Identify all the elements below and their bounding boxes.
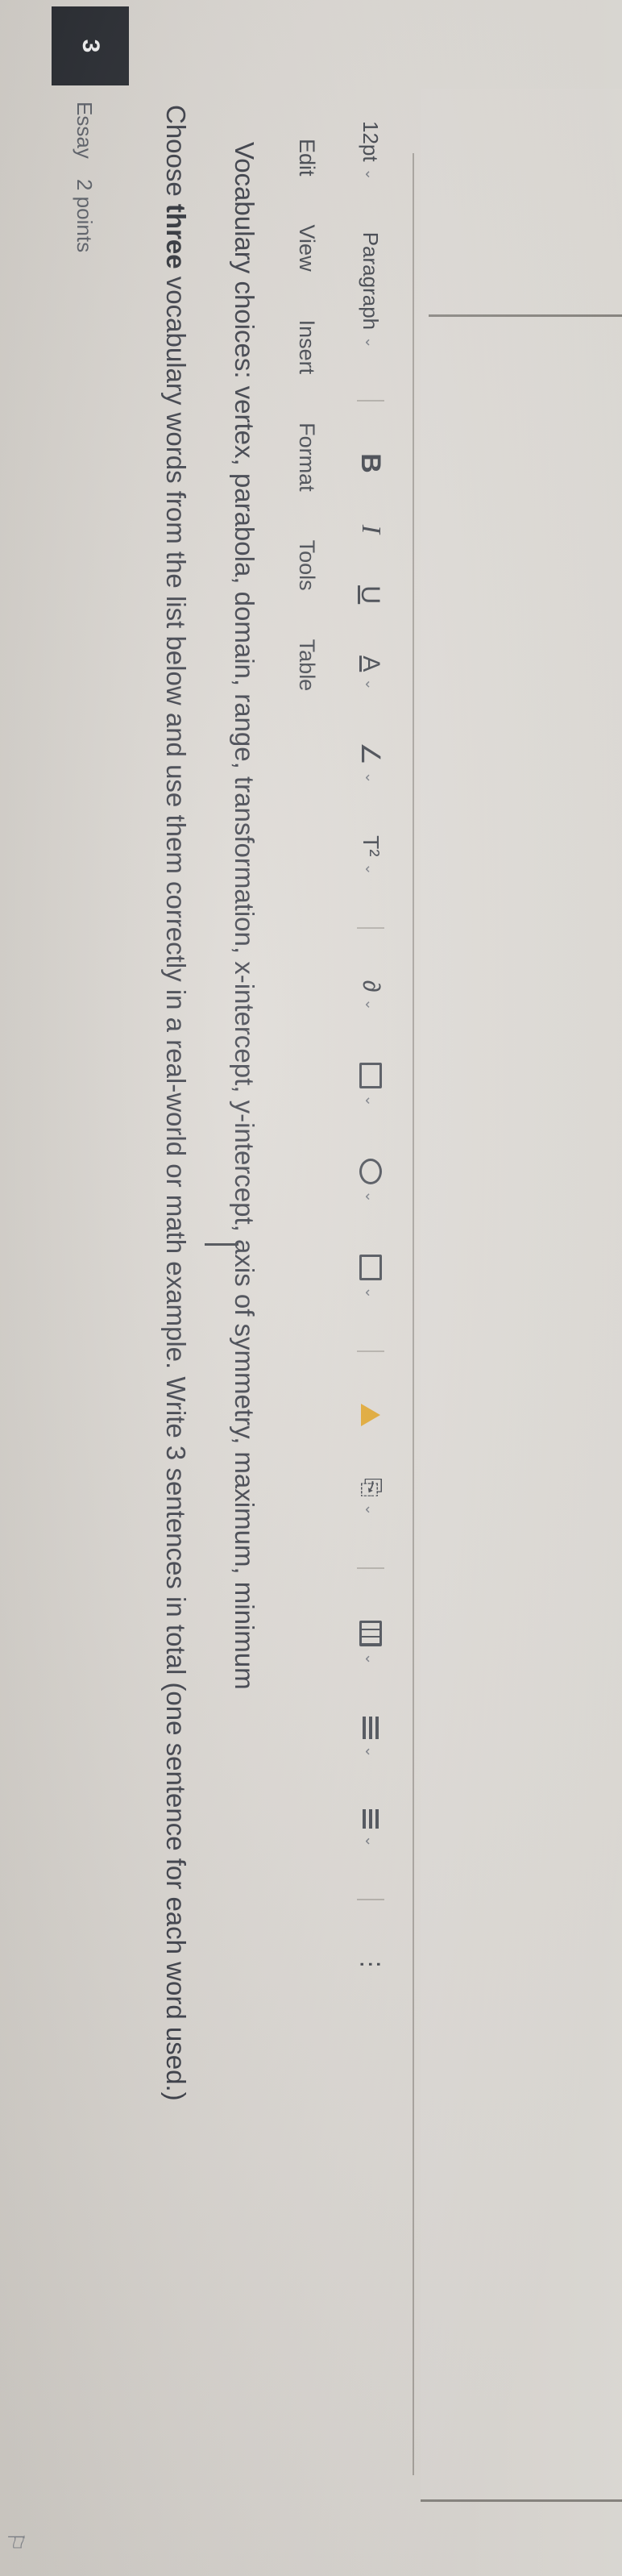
- link-button[interactable]: ∂ ⌄: [357, 980, 384, 1011]
- bold-button[interactable]: B: [355, 453, 387, 473]
- chevron-down-icon: ⌄: [363, 1286, 379, 1299]
- highlight-icon: ∠: [356, 742, 385, 766]
- toolbar-divider: [357, 400, 384, 402]
- chevron-down-icon: ⌄: [363, 1190, 379, 1203]
- attach-icon: ⎘: [358, 1477, 384, 1497]
- attach-button[interactable]: ⎘ ⌄: [357, 1478, 384, 1516]
- image-button[interactable]: ⌄: [359, 1062, 382, 1107]
- text-color-button[interactable]: A ⌄: [357, 655, 384, 690]
- google-drive-icon: [361, 1403, 380, 1426]
- mouse-cursor-icon: [205, 1243, 238, 1246]
- chevron-down-icon: ⌄: [363, 336, 379, 349]
- highlight-button[interactable]: ∠ ⌄: [355, 742, 386, 784]
- question-points-label: 2 points: [73, 179, 97, 253]
- chevron-down-icon: ⌄: [363, 1094, 379, 1107]
- underline-button[interactable]: U: [356, 585, 386, 604]
- text-color-icon: A: [358, 655, 384, 672]
- question-prompt: Choose three vocabulary words from the l…: [156, 105, 195, 2491]
- essay-answer-editor[interactable]: [421, 89, 622, 2502]
- google-drive-button[interactable]: [361, 1403, 380, 1426]
- toolbar-divider: [357, 1899, 384, 1901]
- flag-icon[interactable]: ⚐: [2, 2532, 29, 2552]
- font-size-select[interactable]: 12pt ⌄: [359, 121, 384, 181]
- paragraph-icon: [363, 1809, 379, 1829]
- toolbar-divider-line: [413, 153, 414, 2475]
- media-button[interactable]: ⌄: [359, 1158, 382, 1203]
- block-format-select[interactable]: Paragraph ⌄: [359, 232, 384, 349]
- toolbar-divider: [357, 1567, 384, 1569]
- menu-table[interactable]: Table: [294, 639, 319, 692]
- superscript-button[interactable]: T² ⌄: [358, 835, 384, 876]
- toolbar-divider: [357, 926, 384, 929]
- prompt-text-post: vocabulary words from the list below and…: [161, 268, 191, 2101]
- chevron-down-icon: ⌄: [363, 1652, 379, 1666]
- table-button[interactable]: ⌄: [359, 1620, 382, 1666]
- editor-border: [429, 314, 622, 317]
- editor-toolbar: 12pt ⌄ Paragraph ⌄ B I U A ⌄ ∠ ⌄ T² ⌄ ∂ …: [346, 121, 395, 2459]
- editor-menubar: Edit View Insert Format Tools Table: [294, 139, 319, 691]
- chevron-down-icon: ⌄: [363, 1503, 379, 1516]
- list-icon: [363, 1717, 379, 1740]
- menu-tools[interactable]: Tools: [294, 540, 319, 591]
- list-button[interactable]: ⌄: [363, 1717, 379, 1758]
- question-type-label: Essay: [73, 102, 97, 159]
- block-format-value: Paragraph: [359, 231, 384, 331]
- superscript-icon: T²: [359, 835, 384, 857]
- font-size-value: 12pt: [359, 121, 384, 162]
- embed-button[interactable]: ⌄: [359, 1254, 382, 1299]
- vocabulary-choices: Vocabulary choices: vertex, parabola, do…: [230, 142, 259, 1690]
- question-number-badge: 3: [52, 6, 129, 85]
- menu-edit[interactable]: Edit: [294, 139, 319, 177]
- chevron-down-icon: ⌄: [363, 998, 379, 1011]
- chevron-down-icon: ⌄: [363, 863, 379, 876]
- chevron-down-icon: ⌄: [363, 678, 379, 691]
- media-icon: [359, 1158, 382, 1184]
- embed-icon: [359, 1254, 382, 1280]
- prompt-emphasis: three: [161, 203, 191, 269]
- paragraph-button[interactable]: ⌄: [363, 1809, 379, 1847]
- toolbar-divider: [357, 1350, 384, 1352]
- chevron-down-icon: ⌄: [363, 1835, 379, 1848]
- chevron-down-icon: ⌄: [363, 1746, 379, 1758]
- italic-button[interactable]: I: [355, 525, 386, 534]
- menu-view[interactable]: View: [294, 225, 319, 272]
- screen: 3 Essay 2 points Choose three vocabulary…: [0, 0, 622, 2576]
- link-icon: ∂: [358, 980, 384, 993]
- menu-format[interactable]: Format: [294, 422, 319, 492]
- chevron-down-icon: ⌄: [363, 772, 379, 784]
- table-icon: [359, 1620, 382, 1646]
- menu-insert[interactable]: Insert: [294, 320, 319, 375]
- prompt-text-pre: Choose: [161, 105, 191, 204]
- more-options-button[interactable]: ⋮: [357, 1952, 385, 1976]
- chevron-down-icon: ⌄: [363, 168, 379, 181]
- image-icon: [359, 1062, 382, 1088]
